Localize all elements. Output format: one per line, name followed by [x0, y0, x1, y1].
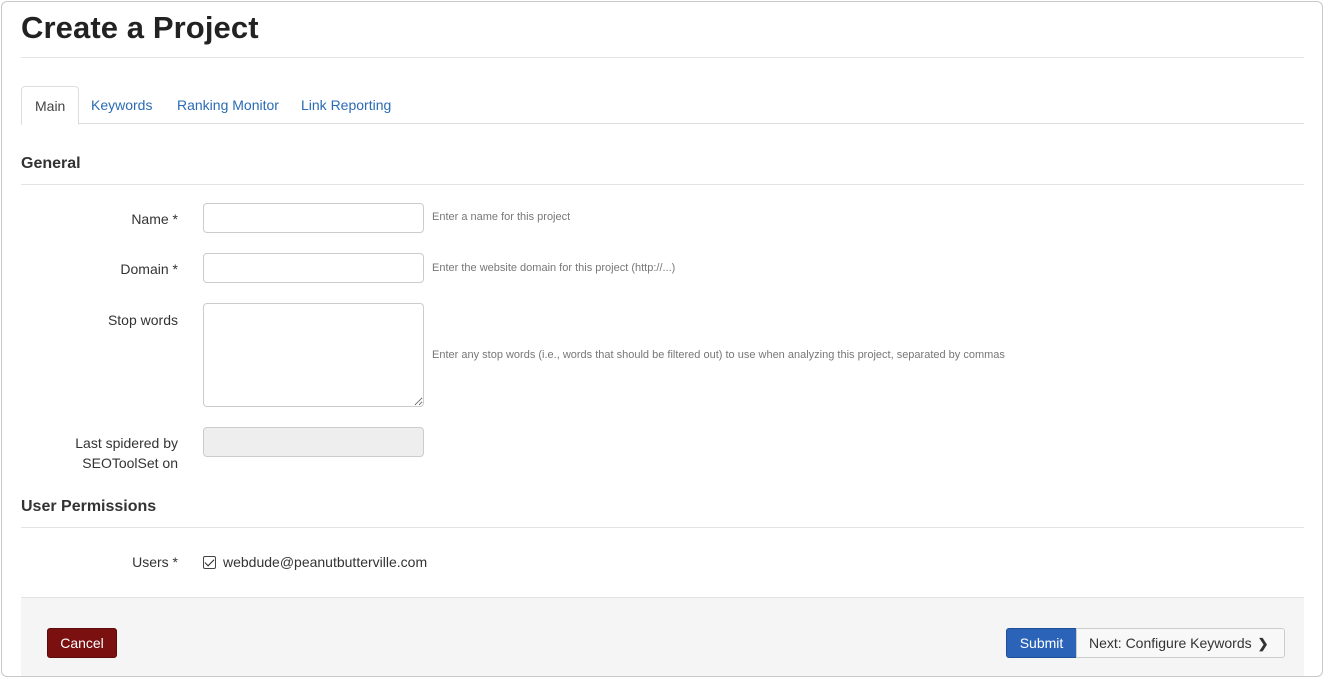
last-spidered-input	[203, 427, 424, 457]
section-title-general: General	[21, 155, 81, 172]
page-frame: Create a Project Main Keywords Ranking M…	[1, 1, 1323, 677]
name-label: Name *	[131, 211, 178, 227]
tab-link-reporting[interactable]: Link Reporting	[288, 86, 404, 124]
tab-ranking-monitor[interactable]: Ranking Monitor	[164, 86, 292, 124]
tab-keywords[interactable]: Keywords	[78, 86, 165, 124]
domain-label: Domain *	[120, 261, 178, 277]
next-button-label: Next: Configure Keywords	[1089, 635, 1252, 651]
user-checkbox[interactable]	[203, 555, 216, 569]
stop-words-help-text: Enter any stop words (i.e., words that s…	[432, 349, 1005, 361]
user-email-label: webdude@peanutbutterville.com	[223, 554, 428, 570]
last-spidered-label-line1: Last spidered by	[75, 435, 178, 451]
stop-words-textarea[interactable]	[203, 303, 424, 407]
users-label: Users *	[132, 554, 178, 570]
name-input[interactable]	[203, 203, 424, 233]
user-checkbox-row[interactable]: webdude@peanutbutterville.com	[203, 554, 427, 570]
name-help-text: Enter a name for this project	[432, 211, 571, 223]
tab-main[interactable]: Main	[21, 86, 80, 125]
tab-bar: Main Keywords Ranking Monitor Link Repor…	[21, 86, 1304, 125]
page-title: Create a Project	[21, 10, 259, 45]
chevron-right-icon: ❯	[1257, 636, 1269, 651]
form-footer: Cancel Submit Next: Configure Keywords ❯	[21, 597, 1304, 676]
last-spidered-label: Last spidered by SEOToolSet on	[28, 433, 178, 473]
section-divider	[21, 527, 1304, 528]
domain-help-text: Enter the website domain for this projec…	[432, 262, 676, 274]
cancel-button[interactable]: Cancel	[47, 628, 117, 658]
last-spidered-label-line2: SEOToolSet on	[82, 455, 178, 471]
section-title-user-permissions: User Permissions	[21, 498, 157, 515]
next-configure-keywords-button[interactable]: Next: Configure Keywords ❯	[1076, 628, 1285, 658]
section-divider	[21, 184, 1304, 185]
stop-words-label: Stop words	[107, 312, 178, 328]
submit-button[interactable]: Submit	[1006, 628, 1077, 658]
domain-input[interactable]	[203, 253, 424, 283]
title-divider	[21, 57, 1304, 58]
